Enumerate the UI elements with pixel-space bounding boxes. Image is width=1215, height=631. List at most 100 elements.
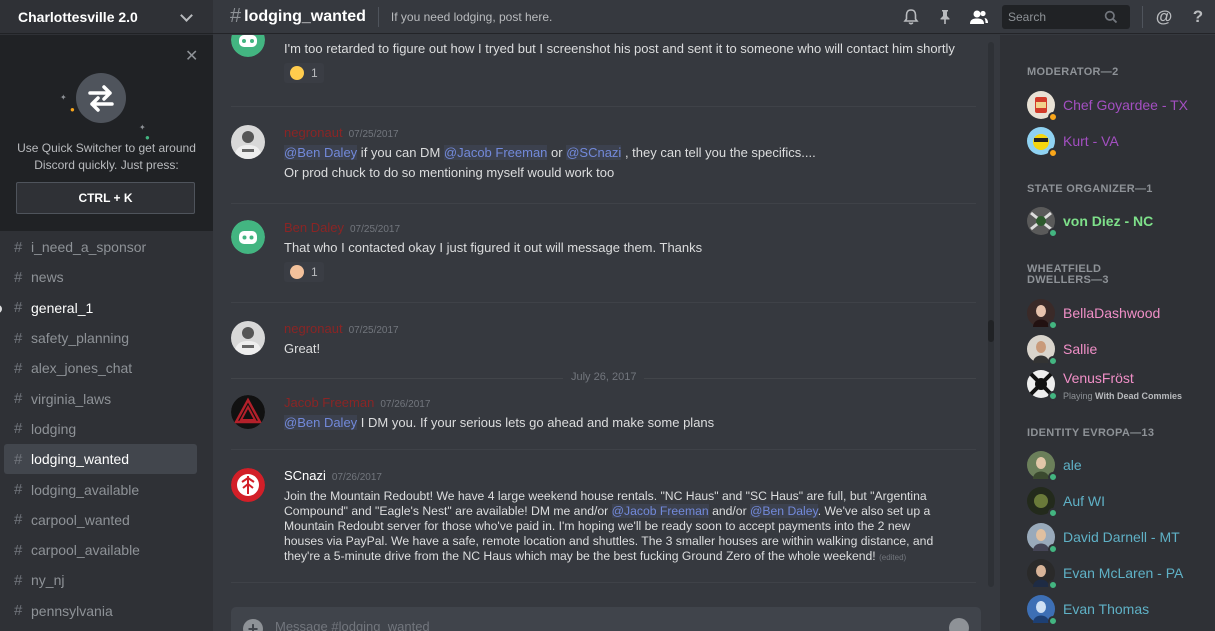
channel-label: lodging [31, 420, 77, 437]
member-item[interactable]: Chef Goyardee - TX [1027, 90, 1207, 122]
message-group: I'm too retarded to figure out how I try… [231, 35, 976, 105]
status-idle-icon [1048, 112, 1058, 122]
member-item[interactable]: Sallie [1027, 334, 1207, 366]
member-item[interactable]: ale [1027, 450, 1207, 482]
channel-general-1[interactable]: # general_1 [0, 293, 197, 323]
channel-lodging-available[interactable]: # lodging_available [4, 474, 197, 504]
status-online-icon [1048, 391, 1058, 401]
timestamp: 07/25/2017 [348, 325, 399, 336]
message-text: @Ben Daley I DM you. If your serious let… [284, 413, 976, 433]
user-mention[interactable]: @Ben Daley [750, 504, 818, 518]
channel-title: lodging_wanted [244, 7, 366, 25]
avatar[interactable] [231, 468, 265, 502]
avatar[interactable] [231, 395, 265, 429]
member-item[interactable]: David Darnell - MT [1027, 522, 1207, 554]
pin-icon[interactable] [928, 0, 962, 34]
avatar[interactable] [231, 35, 265, 57]
avatar[interactable] [231, 321, 265, 355]
message-input[interactable] [275, 619, 925, 631]
channel-lodging[interactable]: # lodging [4, 414, 197, 444]
channel-label: lodging_available [31, 481, 140, 498]
help-icon[interactable]: ? [1181, 0, 1215, 34]
timestamp: 07/26/2017 [331, 472, 382, 483]
channel-pennsylvania[interactable]: # pennsylvania [4, 596, 197, 626]
reaction-count: 1 [311, 265, 318, 279]
text-span: . We've also set up a [817, 504, 931, 518]
scrollbar-thumb[interactable] [988, 320, 994, 342]
user-mention[interactable]: @Ben Daley [284, 145, 358, 160]
channel-news[interactable]: # news [4, 262, 197, 292]
emoji-picker-icon[interactable] [949, 618, 969, 631]
channel-virginia-laws[interactable]: # virginia_laws [4, 383, 197, 413]
role-header: IDENTITY EVROPA—13 [1027, 427, 1155, 439]
search-box[interactable] [1002, 5, 1130, 29]
avatar[interactable] [231, 220, 265, 254]
search-icon[interactable] [1104, 10, 1118, 24]
message-text: I'm too retarded to figure out how I try… [284, 41, 955, 56]
avatar [1027, 595, 1058, 626]
message-divider [231, 106, 976, 107]
text-span: Compound" and "Eagle's Nest" are availab… [284, 504, 612, 518]
role-header: STATE ORGANIZER—1 [1027, 183, 1153, 195]
channel-lodging-wanted[interactable]: # lodging_wanted [4, 444, 197, 475]
member-item[interactable]: Evan Thomas [1027, 594, 1207, 626]
search-input[interactable] [1008, 10, 1104, 24]
channel-ny-nj[interactable]: # ny_nj [4, 565, 197, 595]
member-item[interactable]: Kurt - VA [1027, 126, 1207, 158]
status-online-icon [1048, 580, 1058, 590]
author-name[interactable]: Ben Daley [284, 220, 344, 235]
user-mention[interactable]: @Ben Daley [284, 415, 358, 430]
channel-label: carpool_wanted [31, 511, 130, 528]
text-span: if you can DM [357, 145, 444, 160]
channel-label: ny_nj [31, 572, 65, 589]
close-icon[interactable]: ✕ [185, 49, 198, 65]
channel-alex-jones-chat[interactable]: # alex_jones_chat [4, 353, 197, 383]
avatar [1027, 559, 1058, 590]
upload-plus-icon[interactable]: + [243, 619, 263, 631]
avatar [1027, 207, 1058, 238]
user-mention[interactable]: @SCnazi [566, 145, 622, 160]
scrollbar-track[interactable] [988, 42, 994, 587]
hash-icon: # [14, 481, 23, 499]
member-list: MODERATOR—2 Chef Goyardee - TX Kurt - VA… [1000, 35, 1215, 631]
hash-icon: # [14, 571, 23, 589]
reaction-button[interactable]: 1 [284, 63, 324, 83]
message-group: Jacob Freeman 07/26/2017 @Ben Daley I DM… [231, 395, 976, 433]
channel-carpool-wanted[interactable]: # carpool_wanted [4, 505, 197, 535]
status-online-icon [1048, 356, 1058, 366]
member-name: Sallie [1063, 341, 1098, 357]
member-item[interactable]: Auf WI [1027, 486, 1207, 518]
quick-switcher-text: Use Quick Switcher to get around Discord… [17, 141, 196, 172]
member-name: von Diez - NC [1063, 213, 1154, 229]
author-name[interactable]: SCnazi [284, 468, 326, 483]
member-name: Auf WI [1063, 493, 1106, 509]
server-header[interactable]: Charlottesville 2.0 [0, 0, 213, 34]
user-mention[interactable]: @Jacob Freeman [611, 504, 709, 518]
message-group: SCnazi 07/26/2017 Join the Mountain Redo… [231, 468, 976, 565]
quick-switcher-tip: ✕ ✦ ● ✦ ● Use Quick Switcher to get arou… [0, 35, 213, 231]
author-name[interactable]: negronaut [284, 125, 343, 140]
mentions-icon[interactable]: @ [1147, 0, 1181, 34]
channel-carpool-available[interactable]: # carpool_available [4, 535, 197, 565]
chevron-down-icon[interactable] [179, 9, 195, 25]
members-icon[interactable] [962, 0, 996, 34]
channel-label: safety_planning [31, 330, 130, 347]
avatar [1027, 299, 1058, 330]
channel-label: pennsylvania [31, 602, 113, 619]
author-name[interactable]: Jacob Freeman [284, 395, 374, 410]
message-text: Compound" and "Eagle's Nest" are availab… [284, 504, 976, 519]
member-item[interactable]: von Diez - NC [1027, 206, 1207, 238]
bell-icon[interactable] [894, 0, 928, 34]
reaction-button[interactable]: 1 [284, 262, 324, 282]
hash-icon: # [14, 602, 23, 620]
user-mention[interactable]: @Jacob Freeman [443, 145, 548, 160]
member-item[interactable]: VenusFröst Playing With Dead Commies [1027, 369, 1207, 401]
message-text: Mountain Redoubt server for those who've… [284, 519, 911, 533]
avatar [1027, 451, 1058, 482]
author-name[interactable]: negronaut [284, 321, 343, 336]
member-item[interactable]: BellaDashwood [1027, 298, 1207, 330]
channel-i-need-a-sponsor[interactable]: # i_need_a_sponsor [4, 232, 197, 262]
member-item[interactable]: Evan McLaren - PA [1027, 558, 1207, 590]
channel-safety-planning[interactable]: # safety_planning [4, 323, 197, 353]
avatar[interactable] [231, 125, 265, 159]
